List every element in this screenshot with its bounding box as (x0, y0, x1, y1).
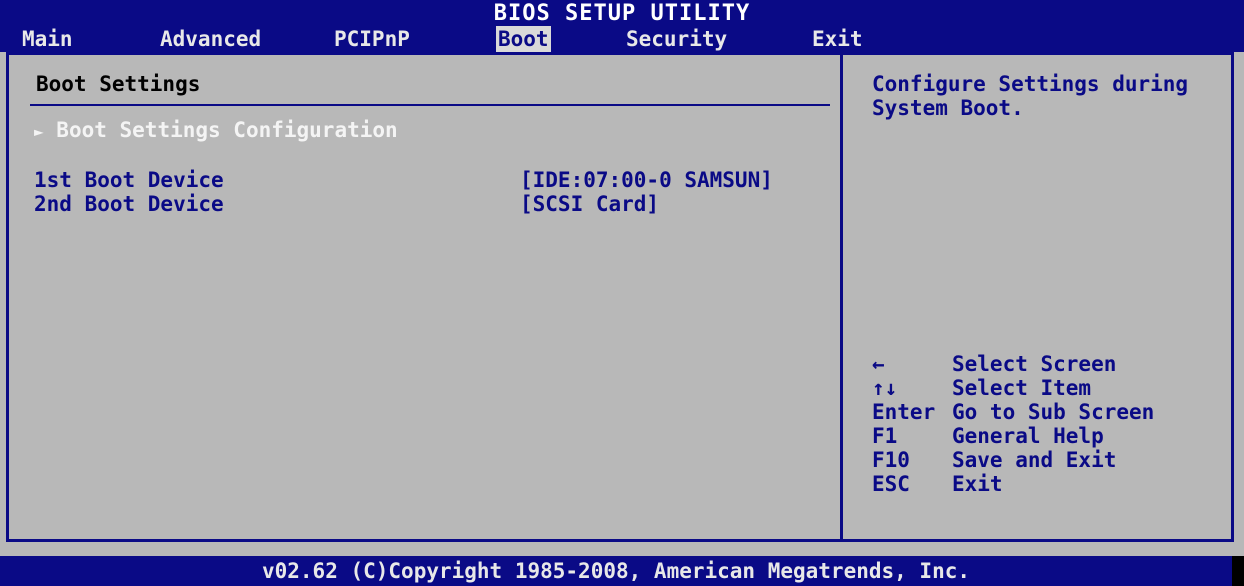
first-boot-device-value[interactable]: [IDE:07:00-0 SAMSUN] (520, 168, 773, 192)
key-description: General Help (952, 424, 1104, 448)
esc-key: ESC (872, 472, 910, 496)
left-arrow-icon: ← (872, 352, 885, 376)
key-description: Go to Sub Screen (952, 400, 1155, 424)
key-description: Select Screen (952, 352, 1117, 376)
key-row: F10 Save and Exit (872, 448, 1232, 472)
key-description: Select Item (952, 376, 1092, 400)
key-description: Save and Exit (952, 448, 1117, 472)
submenu-boot-settings-configuration[interactable]: ► Boot Settings Configuration (34, 118, 398, 142)
copyright-text: v02.62 (C)Copyright 1985-2008, American … (261, 559, 970, 583)
tab-pcipnp[interactable]: PCIPnP (332, 26, 412, 52)
first-boot-device-label: 1st Boot Device (34, 168, 224, 192)
key-row: ↑↓ Select Item (872, 376, 1232, 400)
panel-divider (840, 52, 843, 542)
tab-boot[interactable]: Boot (496, 26, 551, 52)
submenu-arrow-icon: ► (34, 122, 44, 141)
help-text: Configure Settings during System Boot. (872, 72, 1189, 120)
tab-exit[interactable]: Exit (810, 26, 865, 52)
f1-key: F1 (872, 424, 898, 448)
submenu-label: Boot Settings Configuration (56, 118, 398, 142)
tab-main[interactable]: Main (20, 26, 75, 52)
key-row: Enter Go to Sub Screen (872, 400, 1232, 424)
f10-key: F10 (872, 448, 910, 472)
tab-advanced[interactable]: Advanced (158, 26, 263, 52)
section-separator (30, 104, 830, 106)
tab-security[interactable]: Security (624, 26, 729, 52)
key-row: F1 General Help (872, 424, 1232, 448)
key-row: ← Select Screen (872, 352, 1232, 376)
cursor-block (1232, 556, 1244, 586)
key-legend: ← Select Screen ↑↓ Select Item Enter Go to … (872, 352, 1232, 496)
up-down-arrow-icon: ↑↓ (872, 376, 898, 400)
app-title: BIOS SETUP UTILITY (493, 1, 751, 26)
second-boot-device-label: 2nd Boot Device (34, 192, 224, 216)
enter-key: Enter (872, 400, 936, 424)
key-row: ESC Exit (872, 472, 1232, 496)
second-boot-device-value[interactable]: [SCSI Card] (520, 192, 659, 216)
key-description: Exit (952, 472, 1003, 496)
section-title: Boot Settings (36, 72, 201, 96)
